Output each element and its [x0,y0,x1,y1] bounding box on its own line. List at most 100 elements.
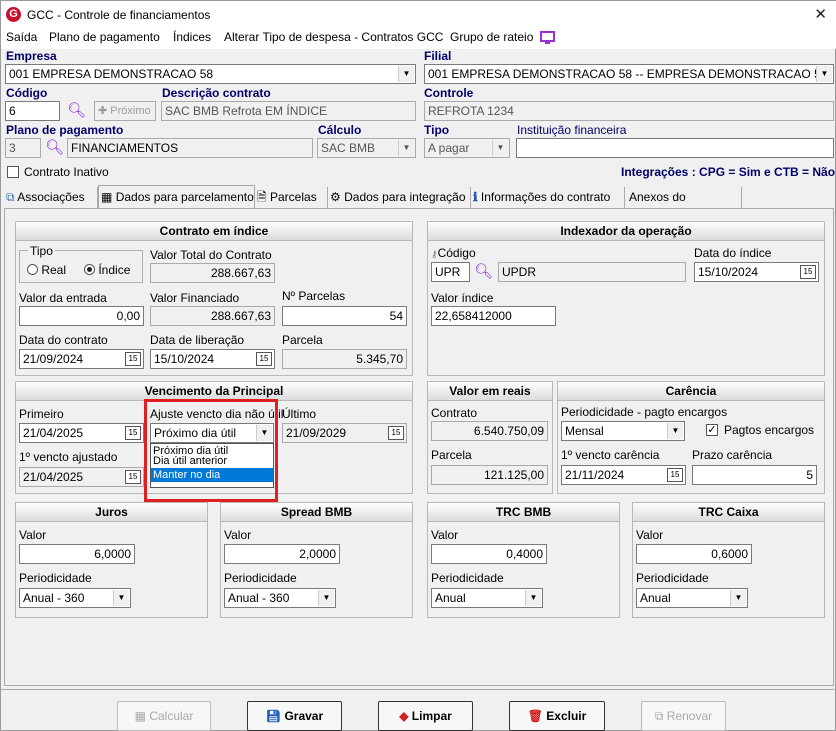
controle-label: Controle [424,86,474,100]
chevron-down-icon: ▼ [816,66,832,82]
tab-dados-parcelamento[interactable]: ▦ Dados para parcelamento [98,185,255,209]
save-icon: 💾︎ [265,709,282,723]
menu-indices[interactable]: Índices [173,29,211,45]
tab-informacoes-contrato[interactable]: ℹ Informações do contrato [471,187,625,209]
menu-grupo-rateio[interactable]: Grupo de rateio [450,29,533,45]
valor-financiado-input[interactable]: 288.667,63 [150,306,275,326]
parcela-input[interactable]: 5.345,70 [282,349,407,369]
tab-associacoes[interactable]: ⧉ Associações [4,187,98,209]
tab-anexos-documento[interactable]: Anexos do documento [625,187,742,224]
data-indice-label: Data do índice [694,246,772,260]
nparcelas-input[interactable]: 54 [282,306,407,326]
group-title: TRC BMB [428,503,619,522]
valor-indice-input[interactable]: 22,658412000 [431,306,556,326]
tipo-select[interactable]: A pagar ▼ [424,138,510,158]
calcular-button[interactable]: ▦ Calcular [117,701,211,731]
prazo-carencia-input[interactable]: 5 [692,465,817,485]
menu-alterar-tipo-despesa[interactable]: Alterar Tipo de despesa - Contratos GCC [224,29,443,45]
data-liberacao-input[interactable]: 15/10/2024 15 [150,349,275,369]
valor-contrato-input[interactable]: 6.540.750,09 [431,421,548,441]
plano-desc-input[interactable]: FINANCIAMENTOS [67,138,313,158]
tab-dados-integracao[interactable]: ⚙ Dados para integração [328,187,471,209]
valor-total-input[interactable]: 288.667,63 [150,263,275,283]
ultimo-input[interactable]: 21/09/2029 15 [282,423,407,443]
radio-selected-icon [84,264,95,275]
nparcelas-label: Nº Parcelas [282,289,346,303]
app-window: G GCC - Controle de financiamentos ✕ Saí… [0,0,836,731]
calendar-icon[interactable]: 15 [388,426,404,440]
instituicao-input[interactable] [516,138,834,158]
trc-caixa-periodicidade-select[interactable]: Anual ▼ [636,588,748,608]
close-icon[interactable]: ✕ [814,5,827,23]
data-contrato-input[interactable]: 21/09/2024 15 [19,349,144,369]
valor-contrato-label: Contrato [431,406,478,420]
monitor-icon[interactable] [540,31,555,44]
plano-code-input[interactable]: 3 [5,138,41,158]
search-icon[interactable]: 🔍︎ [474,262,493,280]
data-indice-input[interactable]: 15/10/2024 15 [694,262,819,282]
trc-bmb-periodicidade-label: Periodicidade [431,571,504,585]
search-icon[interactable]: 🔍︎ [45,138,64,156]
trc-caixa-valor-input[interactable]: 0,6000 [636,544,752,564]
valor-parcela-input[interactable]: 121.125,00 [431,465,548,485]
pagtos-encargos-label: Pagtos encargos [724,423,815,437]
calendar-icon[interactable]: 15 [256,352,272,366]
calendar-icon[interactable]: 15 [125,352,141,366]
proximo-button[interactable]: ✚ Próximo [94,101,156,121]
calculo-select[interactable]: SAC BMB ▼ [317,138,416,158]
gravar-button[interactable]: 💾︎ Gravar [247,701,342,731]
group-title: TRC Caixa [633,503,824,522]
valor-entrada-input[interactable]: 0,00 [19,306,144,326]
prazo-carencia-label: Prazo carência [692,448,773,462]
chevron-down-icon: ▼ [492,140,508,156]
tab-parcelas[interactable]: 🗎︎ Parcelas [255,187,328,209]
indexador-codigo-label: ⚷Código [431,246,476,260]
copy-icon: ⧉ [654,709,664,723]
pagtos-encargos-checkbox[interactable]: ✓ [706,424,718,436]
controle-input[interactable]: REFROTA 1234 [424,101,834,121]
descricao-input[interactable]: SAC BMB Refrota EM ÍNDICE [161,101,416,121]
ajustado-input[interactable]: 21/04/2025 15 [19,467,144,487]
indexador-desc-input[interactable]: UPDR [498,262,686,282]
chevron-down-icon: ▼ [525,590,541,606]
spread-periodicidade-select[interactable]: Anual - 360 ▼ [224,588,336,608]
trc-bmb-valor-input[interactable]: 0,4000 [431,544,547,564]
group-title: Valor em reais [428,382,552,401]
empresa-select[interactable]: 001 EMPRESA DEMONSTRACAO 58 ▼ [5,64,416,84]
menu-plano-pagamento[interactable]: Plano de pagamento [49,29,160,45]
excluir-button[interactable]: 🗑︎ Excluir [509,701,605,731]
calendar-icon[interactable]: 15 [667,468,683,482]
indexador-codigo-input[interactable]: UPR [431,262,470,282]
search-icon[interactable]: 🔍︎ [67,101,86,119]
primeiro-input[interactable]: 21/04/2025 15 [19,423,144,443]
data-liberacao-label: Data de liberação [150,333,245,347]
plano-label: Plano de pagamento [6,123,124,137]
menu-saida[interactable]: Saída [6,29,37,45]
document-icon: 🗎︎ [257,190,267,204]
indexador-group: Indexador da operação ⚷Código UPR 🔍︎ UPD… [427,221,825,376]
app-logo-icon: G [6,7,21,22]
tipo-label: Tipo [28,244,55,258]
juros-periodicidade-select[interactable]: Anual - 360 ▼ [19,588,131,608]
group-title: Indexador da operação [428,222,824,241]
limpar-button[interactable]: ◆ Limpar [378,701,473,731]
group-title: Spread BMB [221,503,412,522]
filial-select[interactable]: 001 EMPRESA DEMONSTRACAO 58 -- EMPRESA D… [424,64,834,84]
calendar-icon[interactable]: 15 [125,426,141,440]
calendar-icon[interactable]: 15 [800,265,816,279]
codigo-input[interactable]: 6 [5,101,60,121]
calendar-icon[interactable]: 15 [125,470,141,484]
trc-bmb-periodicidade-select[interactable]: Anual ▼ [431,588,543,608]
spread-valor-input[interactable]: 2,0000 [224,544,340,564]
title-bar: G GCC - Controle de financiamentos ✕ [1,1,836,29]
real-radio[interactable]: Real [27,263,66,277]
contrato-inativo-checkbox[interactable] [7,166,19,178]
indice-radio[interactable]: Índice [84,263,130,277]
tab-panel: Contrato em índice Tipo Real Índice Valo… [4,208,834,686]
juros-valor-input[interactable]: 6,0000 [19,544,135,564]
venc-carencia-input[interactable]: 21/11/2024 15 [561,465,686,485]
renovar-button[interactable]: ⧉ Renovar [641,701,726,731]
valor-reais-group: Valor em reais Contrato 6.540.750,09 Par… [427,381,553,494]
grid-icon: ▦ [101,190,113,204]
periodicidade-encargos-select[interactable]: Mensal ▼ [561,421,685,441]
